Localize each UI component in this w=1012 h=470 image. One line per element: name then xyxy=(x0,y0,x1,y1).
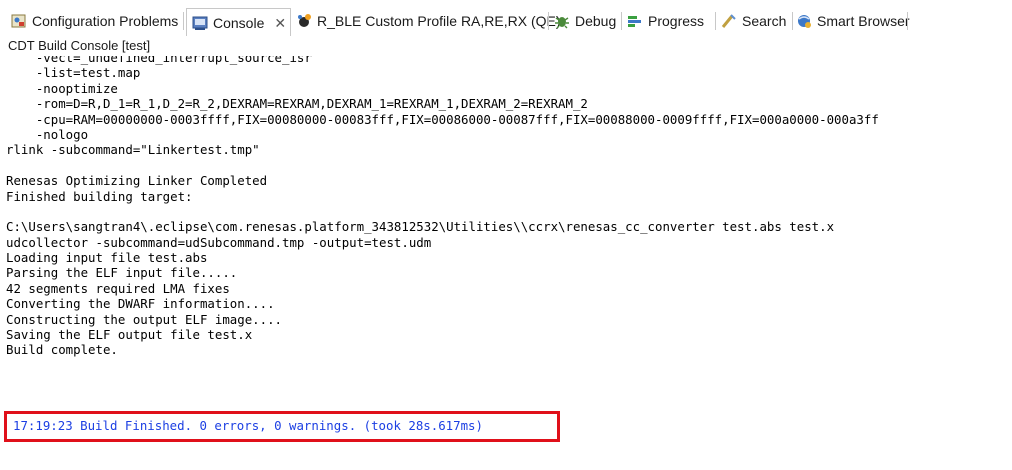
tab-label: Console xyxy=(213,15,265,31)
console-icon xyxy=(191,14,209,32)
console-output[interactable]: -vect=_undefined_interrupt_source_isr -l… xyxy=(6,56,1012,470)
console-line: Build complete. xyxy=(6,342,118,358)
console-line: -rom=D=R,D_1=R_1,D_2=R_2,DEXRAM=REXRAM,D… xyxy=(6,96,588,112)
console-line: C:\Users\sangtran4\.eclipse\com.renesas.… xyxy=(6,219,835,235)
console-line: -list=test.map xyxy=(6,65,141,81)
tab-console[interactable]: Console ✕ xyxy=(186,8,292,37)
tab-label: Progress xyxy=(648,13,705,29)
tab-label: Smart Browser xyxy=(817,13,910,29)
console-line: Saving the ELF output file test.x xyxy=(6,327,253,343)
tab-progress[interactable]: Progress xyxy=(626,10,704,32)
console-line: Converting the DWARF information.... xyxy=(6,296,275,312)
view-tab-bar: Configuration Problems Console ✕ R_BLE C… xyxy=(0,0,1012,37)
debug-icon xyxy=(553,12,571,30)
console-line: Renesas Optimizing Linker Completed xyxy=(6,173,268,189)
tab-separator xyxy=(792,12,793,30)
tab-label: Debug xyxy=(575,13,617,29)
console-line: 42 segments required LMA fixes xyxy=(6,280,230,296)
tab-debug[interactable]: Debug xyxy=(553,10,616,32)
tab-separator xyxy=(548,12,549,30)
console-line: -vect=_undefined_interrupt_source_isr xyxy=(6,56,312,65)
tab-label: Search xyxy=(742,13,787,29)
tab-smart-browser[interactable]: Smart Browser xyxy=(795,10,910,32)
tab-separator xyxy=(715,12,716,30)
ble-profile-icon xyxy=(295,12,313,30)
console-line: -cpu=RAM=00000000-0003ffff,FIX=00080000-… xyxy=(6,111,879,127)
console-line: Loading input file test.abs xyxy=(6,250,208,266)
tab-r-ble-custom-profile[interactable]: R_BLE Custom Profile RA,RE,RX (QE) xyxy=(295,10,561,32)
tab-label: R_BLE Custom Profile RA,RE,RX (QE) xyxy=(317,13,561,29)
console-line: Constructing the output ELF image.... xyxy=(6,311,283,327)
console-line: -nooptimize xyxy=(6,80,118,96)
tab-label: Configuration Problems xyxy=(32,13,179,29)
tab-separator xyxy=(621,12,622,30)
close-icon[interactable]: ✕ xyxy=(274,15,286,32)
tab-configuration-problems[interactable]: Configuration Problems xyxy=(10,10,178,32)
progress-icon xyxy=(626,12,644,30)
search-icon xyxy=(720,12,738,30)
console-title: CDT Build Console [test] xyxy=(0,36,1012,56)
console-line: -nologo xyxy=(6,126,89,142)
highlight-box xyxy=(4,411,560,442)
console-line: rlink -subcommand="Linkertest.tmp" xyxy=(6,142,260,158)
tab-separator xyxy=(907,12,908,30)
console-line: Parsing the ELF input file..... xyxy=(6,265,238,281)
tab-separator xyxy=(183,12,184,30)
console-line: udcollector -subcommand=udSubcommand.tmp… xyxy=(6,234,432,250)
configuration-problems-icon xyxy=(10,12,28,30)
smart-browser-icon xyxy=(795,12,813,30)
tab-search[interactable]: Search xyxy=(720,10,786,32)
console-line: Finished building target: xyxy=(6,188,193,204)
